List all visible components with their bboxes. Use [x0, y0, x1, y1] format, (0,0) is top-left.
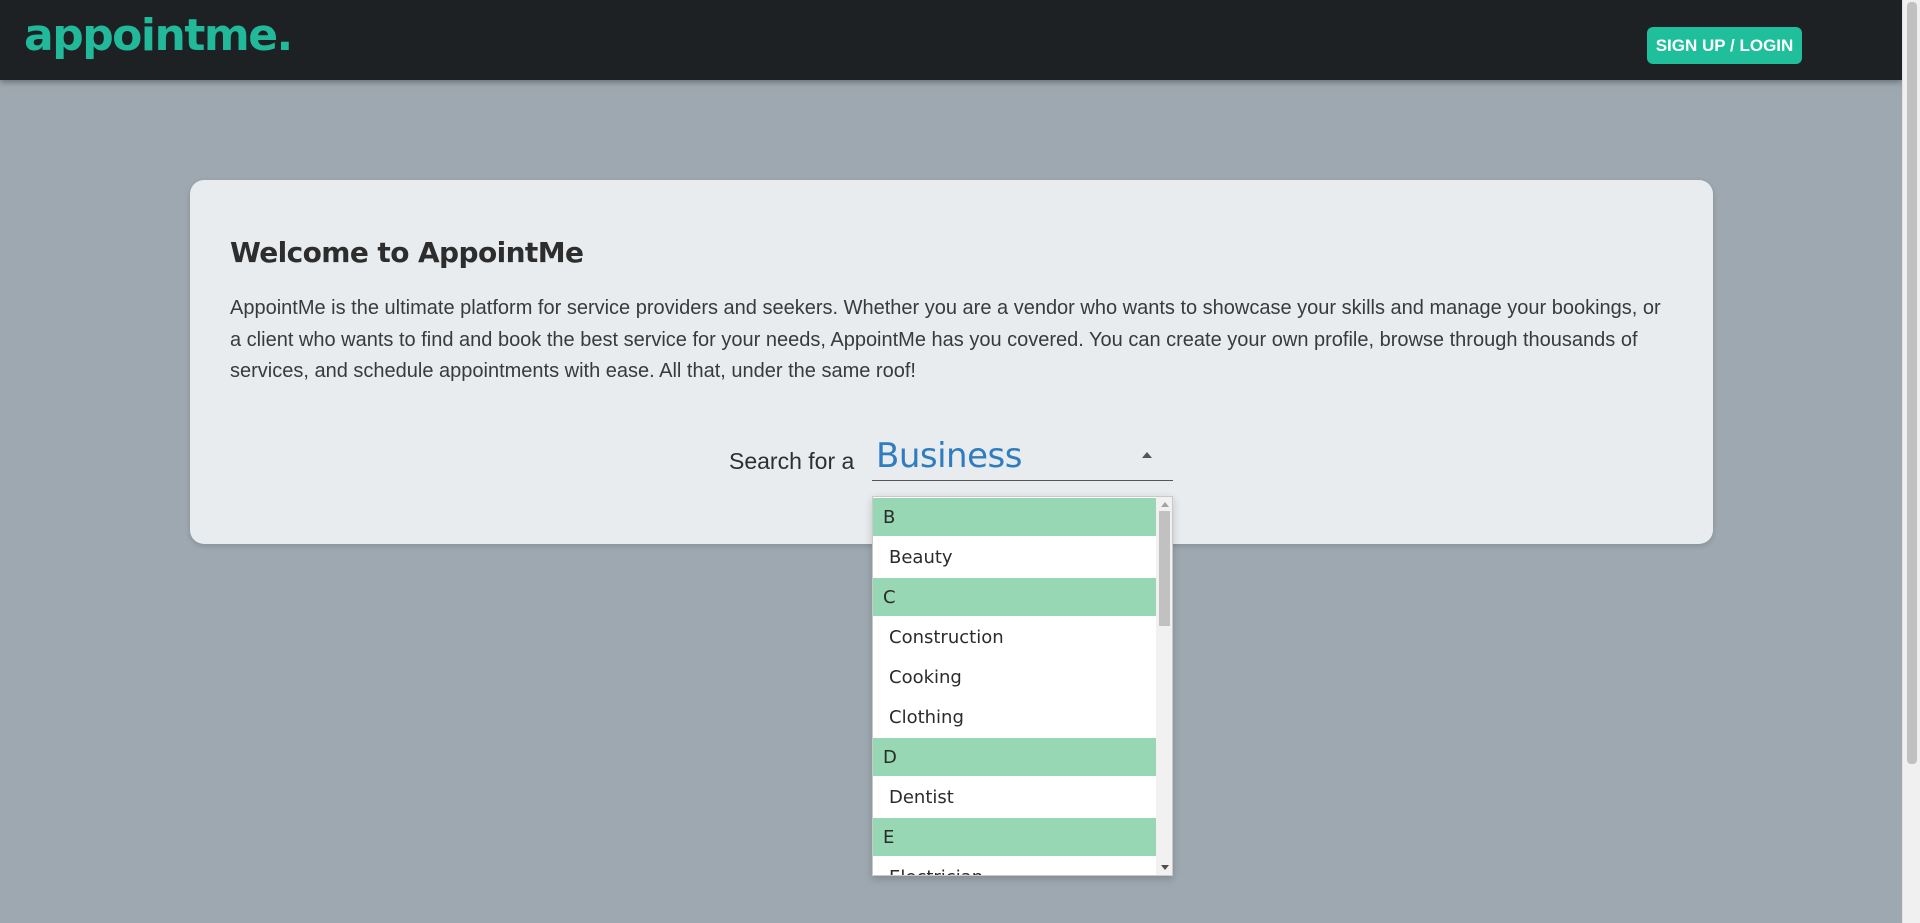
scroll-up-arrow-icon[interactable]	[1161, 502, 1169, 507]
option-group-header: C	[873, 578, 1156, 616]
page-scrollbar-thumb[interactable]	[1907, 2, 1917, 764]
category-option[interactable]: Construction	[873, 617, 1156, 657]
dropdown-scrollbar[interactable]	[1156, 497, 1172, 875]
sign-up-login-button[interactable]: SIGN UP / LOGIN	[1647, 27, 1802, 64]
option-group-header: D	[873, 738, 1156, 776]
category-dropdown[interactable]: B Beauty C Construction Cooking Clothing D Dent…	[872, 496, 1173, 876]
search-type-selected-value: Business	[876, 436, 1022, 476]
caret-up-icon	[1142, 452, 1152, 458]
page-scrollbar[interactable]	[1902, 0, 1920, 923]
dropdown-scrollbar-thumb[interactable]	[1159, 511, 1170, 626]
category-option[interactable]: Dentist	[873, 777, 1156, 817]
option-group-header: E	[873, 818, 1156, 856]
brand-logo[interactable]: appointme.	[24, 14, 293, 58]
category-option[interactable]: Electrician	[873, 857, 1156, 876]
search-type-select[interactable]: Business	[872, 432, 1173, 481]
welcome-card: Welcome to AppointMe AppointMe is the ul…	[190, 180, 1713, 544]
category-options-list: B Beauty C Construction Cooking Clothing D Dent…	[873, 497, 1156, 876]
category-option[interactable]: Beauty	[873, 537, 1156, 577]
welcome-title: Welcome to AppointMe	[230, 236, 584, 269]
scroll-down-arrow-icon[interactable]	[1161, 865, 1169, 870]
search-label: Search for a	[729, 448, 855, 474]
category-option[interactable]: Clothing	[873, 697, 1156, 737]
top-navbar: appointme. SIGN UP / LOGIN	[0, 0, 1902, 80]
welcome-description: AppointMe is the ultimate platform for s…	[230, 297, 1661, 382]
option-group-header: B	[873, 498, 1156, 536]
category-option[interactable]: Cooking	[873, 657, 1156, 697]
